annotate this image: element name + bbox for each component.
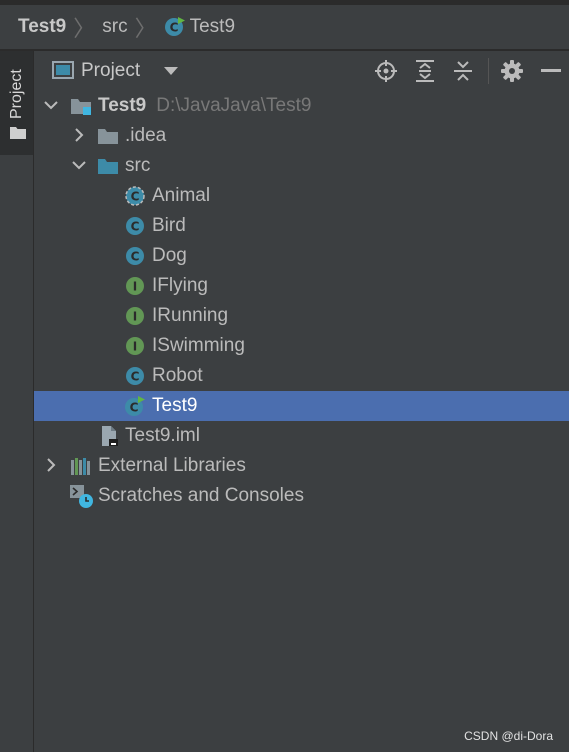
svg-text:I: I <box>133 310 137 324</box>
svg-text:C: C <box>131 190 140 204</box>
tree-node-label: Animal <box>152 185 211 206</box>
breadcrumb-item-src[interactable]: src <box>102 16 127 38</box>
library-icon <box>71 458 90 475</box>
chevron-down-icon[interactable] <box>72 158 86 172</box>
chevron-right-icon[interactable] <box>72 128 86 142</box>
tree-node-interface-irunning[interactable]: I IRunning <box>34 301 569 331</box>
svg-text:C: C <box>169 21 178 35</box>
tree-node-label: ISwimming <box>152 335 245 356</box>
tree-node-interface-iflying[interactable]: I IFlying <box>34 271 569 301</box>
tree-node-label: .idea <box>125 125 167 146</box>
source-folder-icon <box>98 159 118 174</box>
project-tree: Test9 D:\JavaJava\Test9 .idea src C Anima… <box>34 91 569 511</box>
tree-node-label: Test9 <box>152 395 198 416</box>
interface-icon: I <box>126 307 144 325</box>
abstract-class-icon: C <box>125 186 145 206</box>
chevron-down-icon[interactable] <box>44 98 58 112</box>
folder-icon <box>98 129 118 144</box>
scratches-icon <box>70 485 93 508</box>
tree-node-label: Dog <box>152 245 187 266</box>
project-view-icon <box>52 61 74 79</box>
panel-title[interactable]: Project <box>81 60 140 82</box>
tree-node-scratches[interactable]: Scratches and Consoles <box>34 481 569 511</box>
breadcrumb-item-label: Test9 <box>189 16 236 37</box>
svg-text:C: C <box>131 220 140 234</box>
tree-node-label: External Libraries <box>98 455 246 476</box>
toolbar-separator <box>488 58 489 84</box>
tree-node-class-dog[interactable]: C Dog <box>34 241 569 271</box>
chevron-down-icon[interactable] <box>164 67 178 75</box>
collapse-all-icon <box>454 61 472 81</box>
tree-node-label: Bird <box>152 215 186 236</box>
left-tool-strip: Project <box>0 51 34 752</box>
breadcrumb-item-class[interactable]: C Test9 <box>164 16 235 38</box>
locate-button[interactable] <box>374 59 398 83</box>
collapse-all-button[interactable] <box>451 59 475 83</box>
svg-text:C: C <box>131 250 140 264</box>
svg-text:C: C <box>131 370 140 384</box>
expand-all-button[interactable] <box>413 59 437 83</box>
svg-text:I: I <box>133 280 137 294</box>
folder-icon <box>10 127 26 139</box>
tree-node-folder-src[interactable]: src <box>34 151 569 181</box>
project-tool-tab[interactable]: Project <box>0 51 33 155</box>
watermark: CSDN @di-Dora <box>464 729 553 743</box>
tree-node-class-test9[interactable]: C Test9 <box>34 391 569 421</box>
breadcrumb-separator: 〉 <box>73 16 96 41</box>
tree-node-interface-iswimming[interactable]: I ISwimming <box>34 331 569 361</box>
tree-node-class-bird[interactable]: C Bird <box>34 211 569 241</box>
tree-node-label: Test9 D:\JavaJava\Test9 <box>98 95 311 117</box>
main-class-icon: C <box>125 396 145 416</box>
module-folder-icon <box>71 99 91 115</box>
gear-icon <box>501 60 523 82</box>
chevron-right-icon[interactable] <box>44 458 58 472</box>
interface-icon: I <box>126 337 144 355</box>
class-icon: C <box>126 247 144 265</box>
class-icon: C <box>126 217 144 235</box>
expand-all-icon <box>416 60 434 82</box>
tree-node-label: Robot <box>152 365 203 386</box>
hide-button[interactable] <box>539 59 563 83</box>
tree-node-folder-idea[interactable]: .idea <box>34 121 569 151</box>
tree-node-label: Test9.iml <box>125 425 200 446</box>
tree-node-label: IRunning <box>152 305 229 326</box>
tree-node-label: src <box>125 155 151 176</box>
minimize-icon <box>541 69 561 72</box>
tree-node-project-root[interactable]: Test9 D:\JavaJava\Test9 <box>34 91 569 121</box>
tree-node-external-libraries[interactable]: External Libraries <box>34 451 569 481</box>
project-panel-header: Project <box>34 51 569 91</box>
tree-node-class-robot[interactable]: C Robot <box>34 361 569 391</box>
project-path: D:\JavaJava\Test9 <box>156 95 312 116</box>
tree-node-class-animal[interactable]: C Animal <box>34 181 569 211</box>
project-tool-tab-label: Project <box>8 69 25 119</box>
breadcrumb-item-project[interactable]: Test9 <box>18 16 66 38</box>
settings-button[interactable] <box>500 59 524 83</box>
tree-node-file-iml[interactable]: Test9.iml <box>34 421 569 451</box>
svg-text:C: C <box>130 401 139 415</box>
breadcrumb-separator: 〉 <box>134 16 157 41</box>
tree-node-label: IFlying <box>152 275 208 296</box>
locate-icon <box>375 60 397 82</box>
breadcrumb: Test9 〉 src 〉 C Test9 <box>0 5 569 49</box>
main-class-icon: C <box>164 17 185 36</box>
project-name: Test9 <box>98 95 147 116</box>
tree-node-label: Scratches and Consoles <box>98 485 304 506</box>
module-file-icon <box>102 426 118 446</box>
svg-text:I: I <box>133 340 137 354</box>
class-icon: C <box>126 367 144 385</box>
interface-icon: I <box>126 277 144 295</box>
